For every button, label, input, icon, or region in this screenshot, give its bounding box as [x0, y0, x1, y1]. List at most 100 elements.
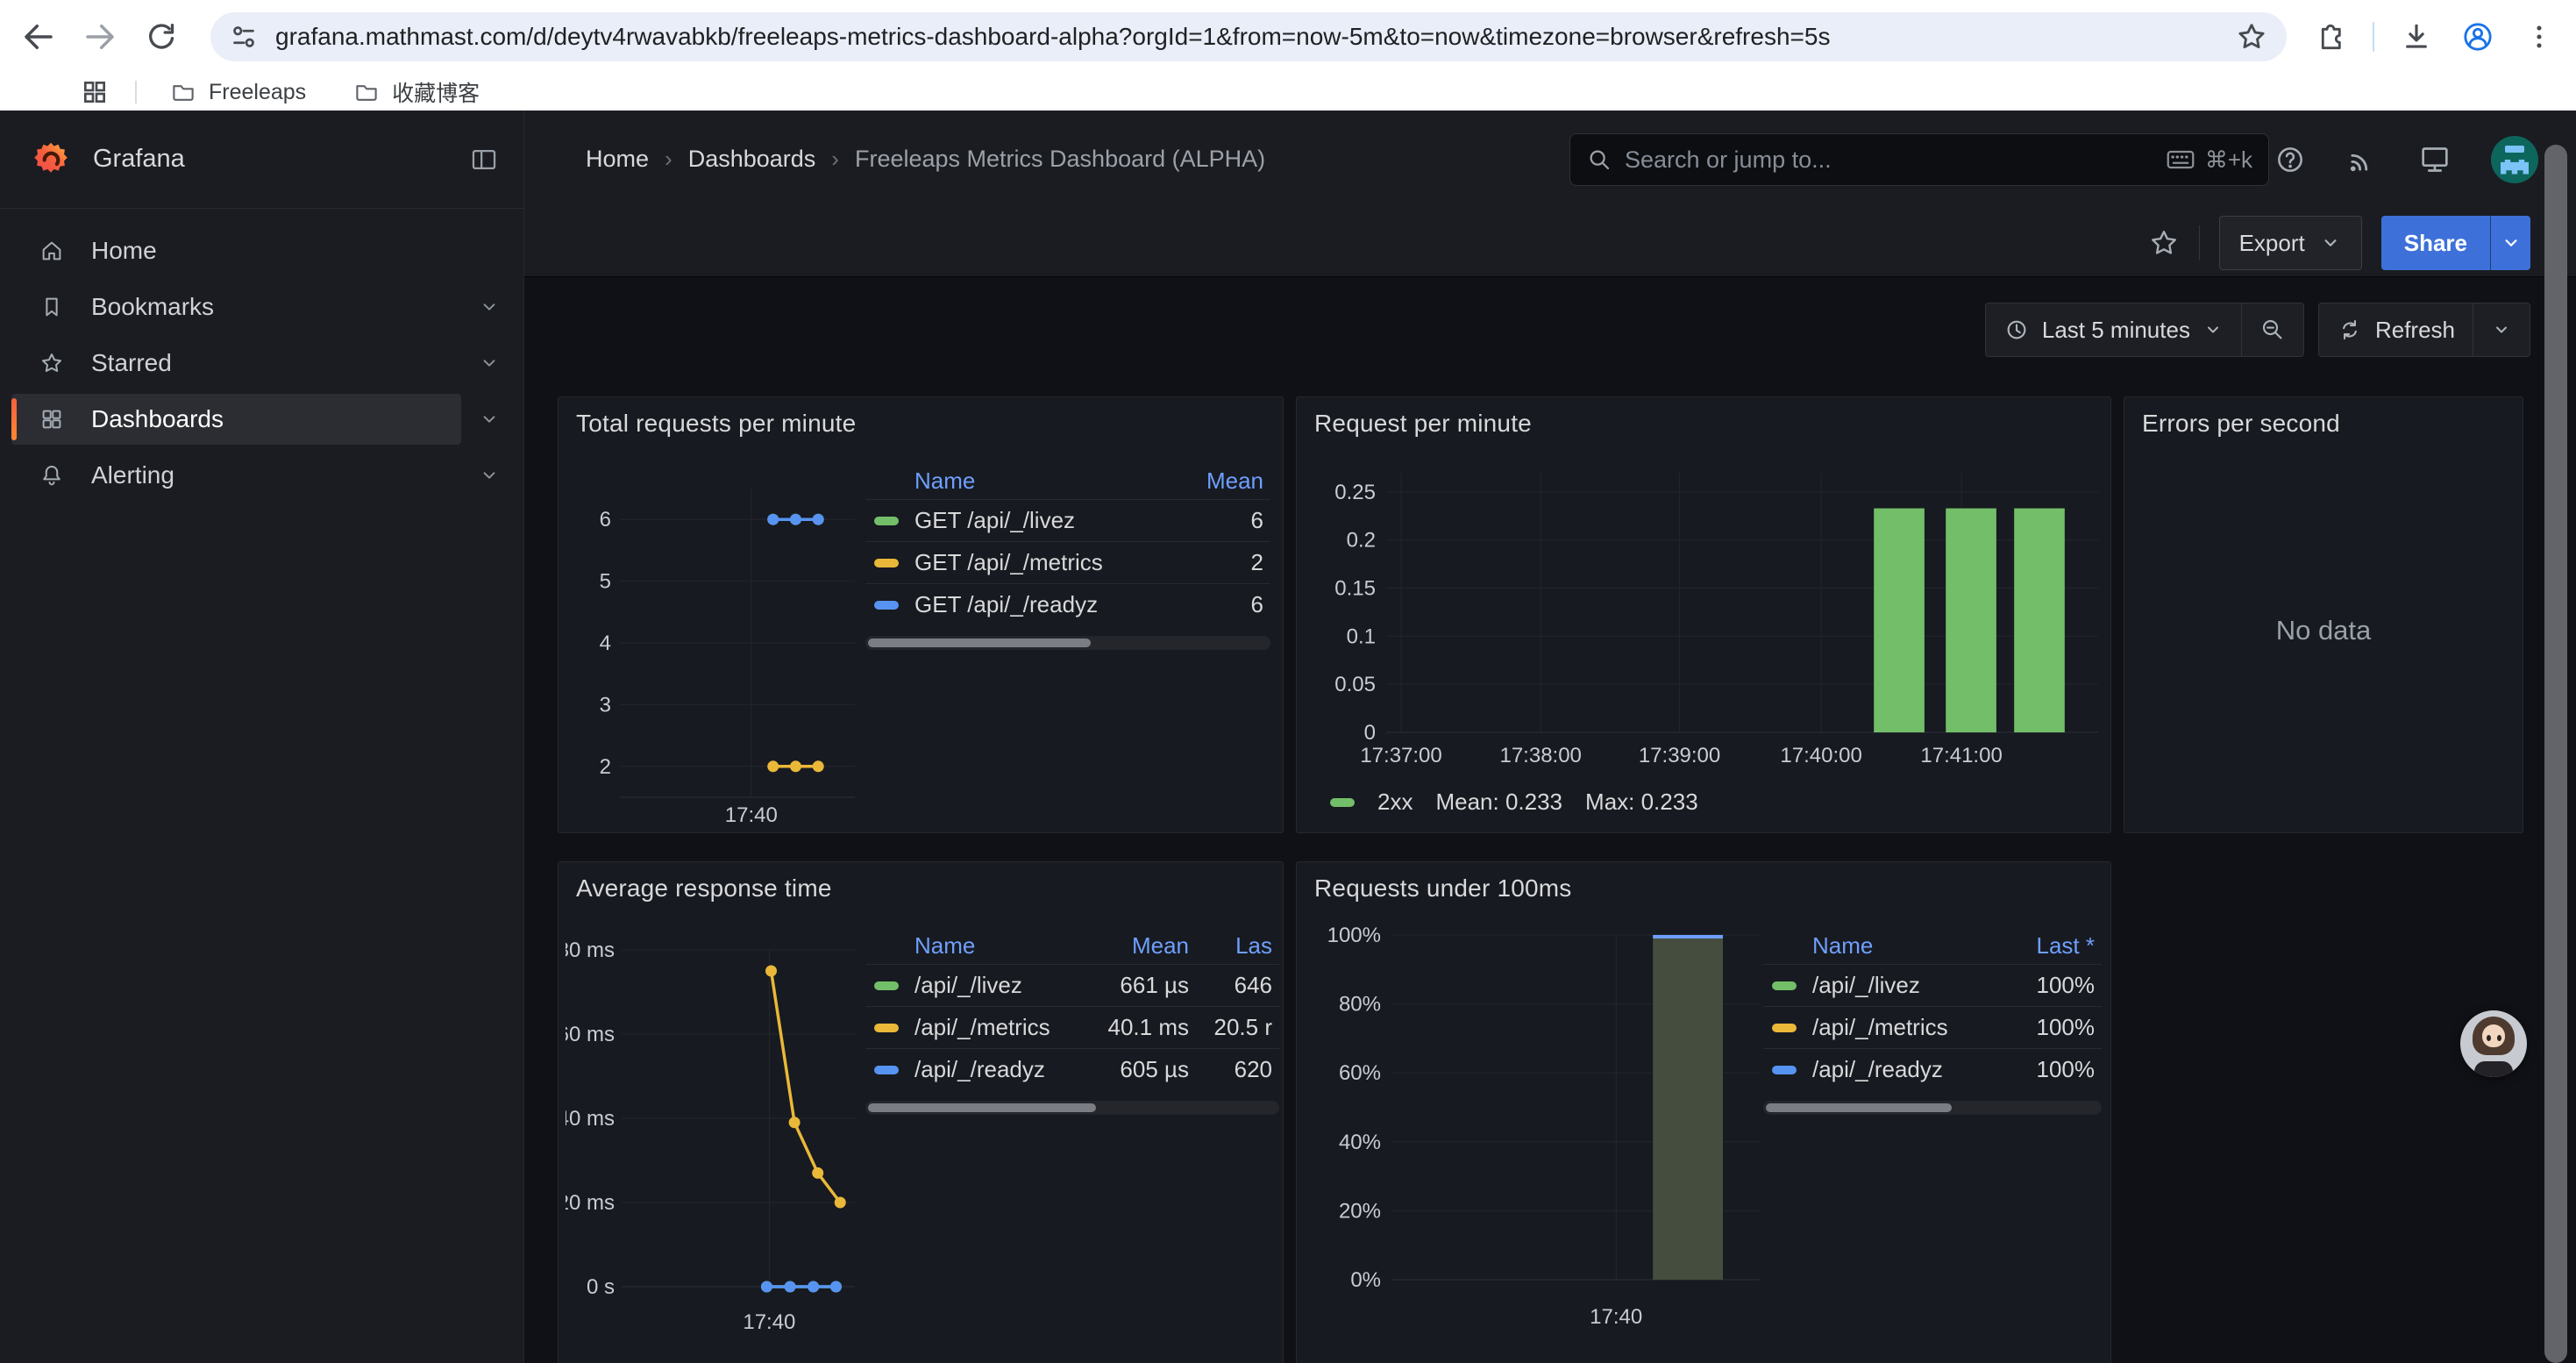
refresh-icon [2337, 317, 2363, 343]
news-button[interactable] [2345, 143, 2379, 176]
share-menu-button[interactable] [2490, 216, 2530, 270]
legend-row[interactable]: /api/_/readyz605 µs620 [865, 1048, 1279, 1090]
series-swatch [874, 1066, 899, 1074]
chart-legend[interactable]: 2xx Mean: 0.233 Max: 0.233 [1330, 789, 1698, 816]
help-button[interactable] [2274, 143, 2307, 176]
legend-row[interactable]: GET /api/_/metrics2 [865, 541, 1270, 583]
search-placeholder: Search or jump to... [1625, 146, 1832, 174]
site-settings-icon[interactable] [228, 21, 260, 53]
scrollbar-thumb[interactable] [1766, 1103, 1952, 1112]
forward-button[interactable] [81, 18, 119, 56]
grafana-logo[interactable] [32, 140, 70, 179]
folder-icon [170, 79, 196, 105]
back-button[interactable] [19, 18, 58, 56]
series-value: 100% [1998, 1056, 2095, 1083]
column-header-name[interactable]: Name [1812, 932, 1998, 960]
total-requests-chart: 6543217:40 [566, 453, 864, 831]
reload-button[interactable] [142, 18, 181, 56]
sidebar-item-alerting[interactable]: Alerting [0, 447, 523, 503]
url-bar[interactable]: grafana.mathmast.com/d/deytv4rwavabkb/fr… [210, 12, 2287, 61]
legend-row[interactable]: /api/_/livez661 µs646 [865, 964, 1279, 1006]
scrollbar-thumb[interactable] [868, 1103, 1096, 1112]
kiosk-mode-button[interactable] [2417, 142, 2452, 177]
legend-max: Max: 0.233 [1585, 789, 1698, 816]
series-value: 6 [1176, 507, 1263, 534]
refresh-interval-button[interactable] [2473, 303, 2530, 356]
chevron-down-icon [2319, 232, 2342, 254]
legend-row[interactable]: GET /api/_/readyz6 [865, 583, 1270, 625]
user-avatar[interactable] [2491, 136, 2538, 183]
share-button[interactable]: Share [2381, 216, 2490, 270]
time-range-picker[interactable]: Last 5 minutes [1986, 303, 2241, 356]
refresh-button[interactable]: Refresh [2319, 303, 2473, 356]
legend-row[interactable]: GET /api/_/livez6 [865, 499, 1270, 541]
item-highlight [11, 450, 461, 501]
svg-text:40%: 40% [1339, 1131, 1381, 1154]
chevron-down-icon [478, 408, 501, 431]
legend-scrollbar[interactable] [865, 636, 1270, 650]
breadcrumb-item[interactable]: Home [586, 146, 649, 173]
toolbar-separator [2373, 22, 2374, 52]
sidebar-item-starred[interactable]: Starred [0, 335, 523, 391]
series-swatch [874, 559, 899, 567]
expand-chevron[interactable] [478, 296, 501, 318]
favorite-dashboard-button[interactable] [2148, 227, 2180, 259]
legend-scrollbar[interactable] [1763, 1101, 2102, 1115]
legend-scrollbar[interactable] [865, 1101, 1279, 1115]
export-button[interactable]: Export [2219, 216, 2362, 270]
legend-row[interactable]: /api/_/readyz100% [1763, 1048, 2102, 1090]
svg-text:0.2: 0.2 [1347, 529, 1376, 553]
downloads-button[interactable] [2397, 18, 2436, 56]
column-header[interactable]: Mean [1176, 467, 1263, 495]
panel-title: Average response time [559, 862, 1283, 903]
series-value: 100% [1998, 972, 2095, 999]
column-header-name[interactable]: Name [914, 932, 1057, 960]
column-header[interactable]: Las [1189, 932, 1272, 960]
legend-row[interactable]: /api/_/livez100% [1763, 964, 2102, 1006]
item-highlight [11, 282, 461, 332]
page-scrollbar[interactable] [2544, 145, 2567, 1363]
expand-chevron[interactable] [478, 464, 501, 487]
back-arrow-icon [20, 18, 57, 55]
legend-row[interactable]: /api/_/metrics40.1 ms20.5 r [865, 1006, 1279, 1048]
series-value: 20.5 r [1189, 1014, 1272, 1041]
series-swatch [1772, 1066, 1797, 1074]
svg-text:80 ms: 80 ms [566, 938, 615, 962]
bookmark-folder-收藏博客[interactable]: 收藏博客 [345, 73, 488, 111]
legend-swatch [1330, 798, 1355, 807]
breadcrumb: Home›Dashboards›Freeleaps Metrics Dashbo… [586, 111, 1265, 208]
legend-row[interactable]: /api/_/metrics100% [1763, 1006, 2102, 1048]
svg-text:20%: 20% [1339, 1199, 1381, 1223]
profile-icon [2460, 19, 2495, 54]
svg-text:17:40: 17:40 [725, 803, 778, 827]
sidebar-item-dashboards[interactable]: Dashboards [0, 391, 523, 447]
legend-table-header: NameMean [865, 462, 1270, 499]
sidebar-item-home[interactable]: Home [0, 223, 523, 279]
search-input[interactable]: Search or jump to... ⌘+k [1569, 133, 2269, 186]
sidebar-item-bookmarks[interactable]: Bookmarks [0, 279, 523, 335]
column-header[interactable]: Last * [1998, 932, 2095, 960]
panel-errors-per-second: Errors per second No data [2124, 396, 2523, 833]
series-name: GET /api/_/readyz [914, 591, 1176, 618]
assistant-avatar[interactable] [2460, 1010, 2527, 1077]
apps-grid-icon[interactable] [81, 78, 109, 106]
extensions-button[interactable] [2311, 18, 2350, 56]
dashboard-actions: Export Share [523, 215, 2530, 271]
column-header[interactable]: Mean [1057, 932, 1189, 960]
expand-chevron[interactable] [478, 352, 501, 375]
bookmark-folder-Freeleaps[interactable]: Freeleaps [161, 73, 315, 111]
dock-menu-button[interactable] [469, 145, 499, 175]
expand-chevron[interactable] [478, 408, 501, 431]
bookmark-star-icon[interactable] [2234, 19, 2269, 54]
browser-menu-button[interactable] [2520, 18, 2558, 56]
svg-text:100%: 100% [1327, 924, 1381, 947]
breadcrumb-item[interactable]: Dashboards [688, 146, 816, 173]
scrollbar-thumb[interactable] [868, 639, 1091, 647]
svg-text:4: 4 [600, 632, 611, 655]
clock-icon [2003, 317, 2030, 343]
column-header-name[interactable]: Name [914, 467, 1176, 495]
zoom-out-time-button[interactable] [2241, 303, 2303, 356]
panel-average-response-time: Average response time 80 ms60 ms40 ms20 … [558, 861, 1284, 1363]
svg-text:17:39:00: 17:39:00 [1639, 744, 1720, 767]
profile-button[interactable] [2459, 18, 2497, 56]
